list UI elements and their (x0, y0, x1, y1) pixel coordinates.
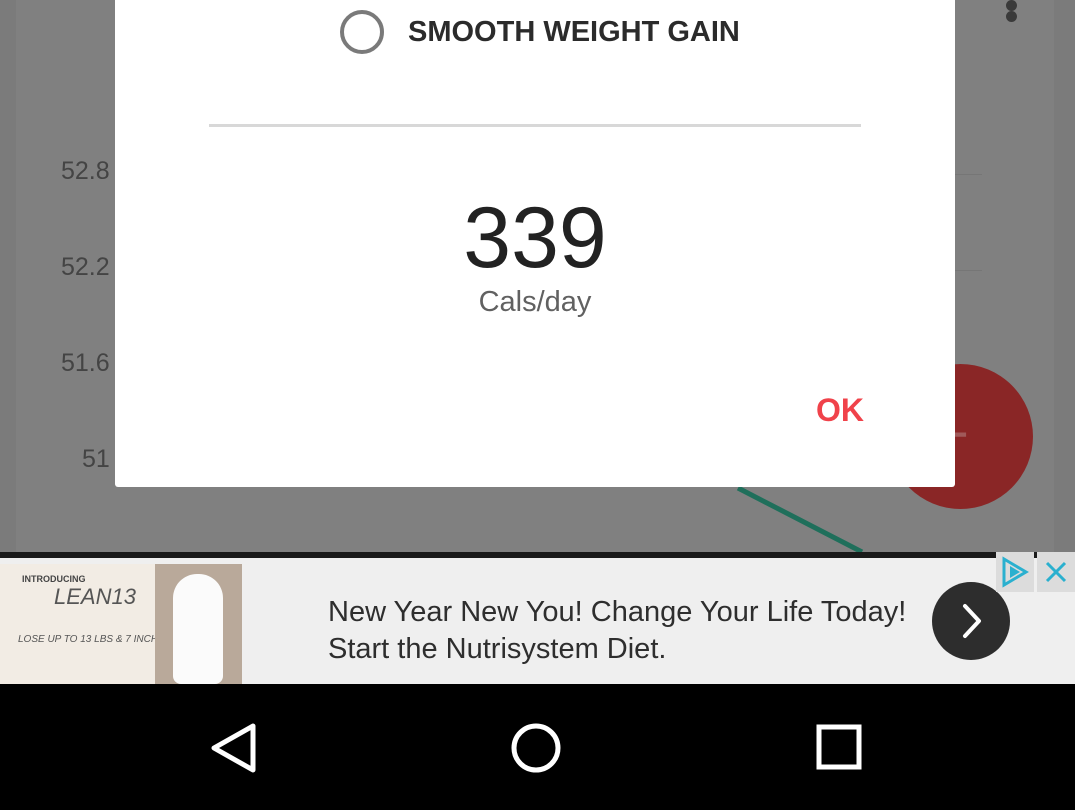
back-triangle-icon[interactable] (205, 720, 261, 776)
close-icon[interactable] (1037, 552, 1075, 592)
calorie-dialog: SMOOTH WEIGHT GAIN 339 Cals/day OK (115, 0, 955, 487)
smooth-weight-gain-label[interactable]: SMOOTH WEIGHT GAIN (408, 16, 740, 49)
ad-next-button[interactable] (932, 582, 1010, 660)
chevron-right-icon (963, 604, 981, 638)
recents-square-icon[interactable] (812, 720, 868, 776)
ad-banner[interactable]: INTRODUCING LEAN13 LOSE UP TO 13 LBS & 7… (0, 552, 1075, 690)
ad-model-photo (155, 564, 242, 690)
calorie-value: 339 (463, 190, 607, 286)
ok-button[interactable]: OK (805, 392, 875, 429)
ad-image-brand: LEAN13 (54, 584, 136, 609)
divider (209, 124, 861, 127)
ad-image-tagline: LOSE UP TO 13 LBS & 7 INCHES (18, 634, 172, 645)
smooth-weight-gain-radio[interactable] (340, 10, 384, 54)
ad-image[interactable]: INTRODUCING LEAN13 LOSE UP TO 13 LBS & 7… (0, 564, 242, 690)
adchoices-icon[interactable] (996, 552, 1034, 592)
home-circle-icon[interactable] (508, 720, 564, 776)
ad-image-intro: INTRODUCING (22, 574, 86, 584)
calorie-unit: Cals/day (478, 286, 592, 318)
ad-text[interactable]: New Year New You! Change Your Life Today… (328, 594, 928, 668)
navigation-bar (0, 684, 1075, 810)
